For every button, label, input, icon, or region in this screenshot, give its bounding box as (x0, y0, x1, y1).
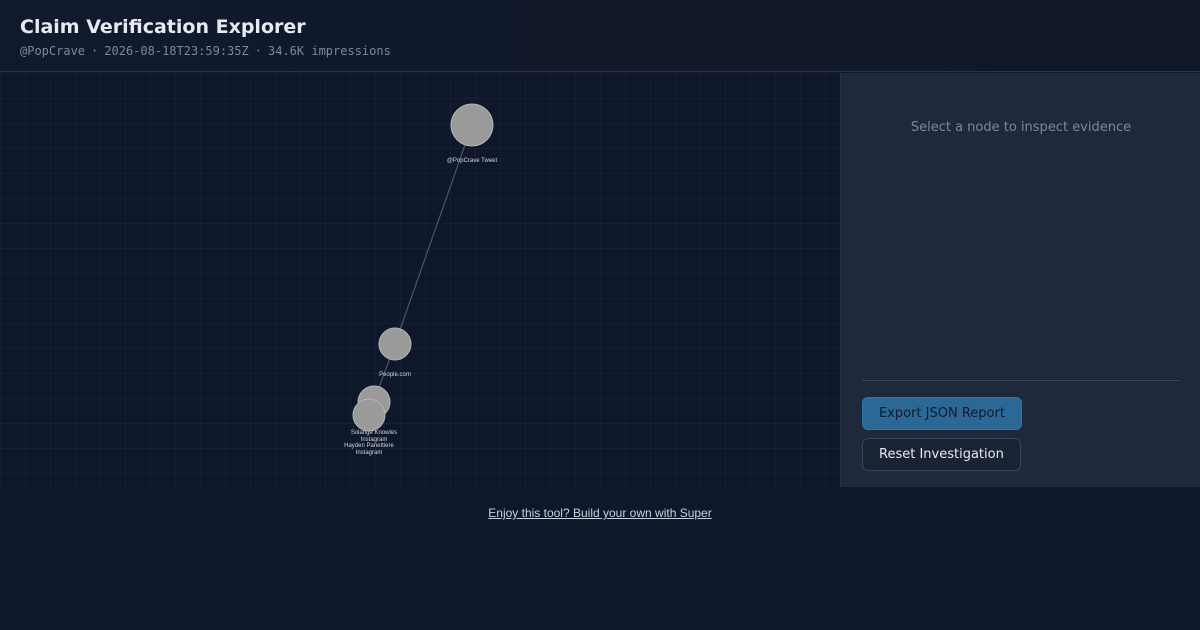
evidence-graph-canvas[interactable]: @PopCrave Tweet People.com Solange Knowles… (0, 73, 840, 487)
node-circle[interactable] (450, 103, 494, 147)
reset-investigation-button[interactable]: Reset Investigation (862, 438, 1021, 471)
post-meta: @PopCrave · 2026-08-18T23:59:35Z · 34.6K imp… (20, 44, 1180, 58)
footer: Enjoy this tool? Build your own with Sup… (0, 506, 1200, 520)
export-json-button[interactable]: Export JSON Report (862, 397, 1022, 430)
meta-separator: · (254, 44, 262, 58)
graph-svg: @PopCrave Tweet People.com Solange Knowles… (344, 103, 498, 456)
header: Claim Verification Explorer @PopCrave · 20… (0, 0, 1200, 72)
impressions-count: 34.6K impressions (268, 44, 391, 58)
node-label: Instagram (356, 450, 383, 456)
graph-node-tweet[interactable]: @PopCrave Tweet (447, 103, 498, 164)
node-label: People.com (379, 372, 411, 378)
author-handle: @PopCrave (20, 44, 86, 58)
page-title: Claim Verification Explorer (20, 16, 306, 38)
panel-divider (862, 380, 1180, 381)
node-label: Hayden Panettiere (344, 443, 394, 449)
node-label: @PopCrave Tweet (447, 158, 498, 164)
evidence-panel: Select a node to inspect evidence Export… (840, 73, 1200, 487)
panel-empty-hint: Select a node to inspect evidence (910, 120, 1132, 135)
node-label: Solange Knowles (351, 430, 397, 436)
meta-separator: · (91, 44, 99, 58)
node-circle[interactable] (378, 327, 412, 361)
post-timestamp: 2026-08-18T23:59:35Z (104, 44, 249, 58)
build-your-own-link[interactable]: Enjoy this tool? Build your own with Sup… (488, 506, 711, 520)
graph-node-people[interactable]: People.com (378, 327, 412, 378)
node-circle[interactable] (352, 398, 386, 432)
